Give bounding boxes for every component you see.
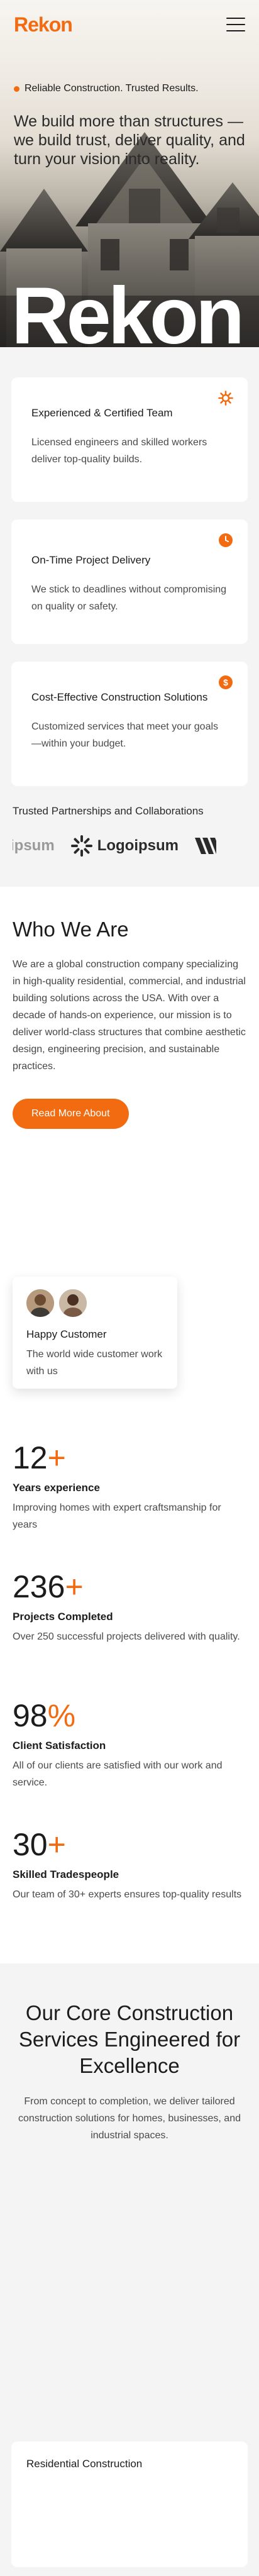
services-title: Our Core Construction Services Engineere…: [18, 2001, 241, 2077]
stat-text: Our team of 30+ experts ensures top-qual…: [13, 1889, 242, 1900]
stat-suffix: +: [65, 1569, 84, 1604]
accent-dot-icon: [14, 86, 19, 92]
stat-title: Client Satisfaction: [13, 1740, 106, 1752]
stat-item: 12+ Years experience Improving homes wit…: [13, 1440, 246, 1569]
hero-brand-wordmark: Rekon: [11, 271, 245, 348]
stat-title: Years experience: [13, 1482, 100, 1494]
feature-card: Experienced & Certified Team Licensed en…: [11, 377, 248, 502]
stat-number: 12+: [13, 1440, 66, 1475]
stat-number: 236+: [13, 1569, 84, 1604]
partner-logo-strip: ipsum Logoipsum: [13, 830, 246, 862]
stat-text: All of our clients are satisfied with ou…: [13, 1760, 223, 1788]
partner-stripes-icon: [195, 838, 217, 854]
svg-text:$: $: [223, 677, 228, 687]
feature-text: We stick to deadlines without compromisi…: [31, 584, 227, 612]
stat-item: 98% Client Satisfaction All of our clien…: [13, 1698, 246, 1827]
service-card-title: Residential Construction: [26, 2458, 143, 2470]
stat-text: Improving homes with expert craftsmanshi…: [13, 1502, 221, 1530]
partner-logo-text: ipsum: [13, 837, 55, 854]
stat-item: 30+ Skilled Tradespeople Our team of 30+…: [13, 1827, 246, 1956]
stat-suffix: +: [47, 1827, 66, 1862]
partner-sunburst-icon: [70, 835, 92, 857]
about-title: Who We Are: [13, 918, 129, 941]
partner-logo-text: Logoipsum: [97, 837, 179, 854]
dollar-icon: $: [218, 674, 234, 691]
avatar: [26, 1289, 54, 1317]
stat-title: Projects Completed: [13, 1611, 113, 1623]
gear-icon: [218, 390, 234, 406]
about-section: Who We Are We are a global construction …: [0, 887, 259, 1440]
feature-title: Experienced & Certified Team: [31, 407, 173, 419]
service-card[interactable]: Residential Construction: [11, 2441, 248, 2567]
hero-headline: We build more than structures — we build…: [14, 113, 245, 168]
partner-logo: Logoipsum: [70, 835, 179, 857]
features-section: Experienced & Certified Team Licensed en…: [0, 347, 259, 786]
partners-title: Trusted Partnerships and Collaborations: [13, 805, 204, 817]
stat-suffix: %: [47, 1698, 76, 1733]
hero-tagline: Reliable Construction. Trusted Results.: [14, 83, 199, 94]
feature-title: Cost-Effective Construction Solutions: [31, 691, 208, 703]
feature-text: Licensed engineers and skilled workers d…: [31, 437, 207, 465]
feature-card: On-Time Project Delivery We stick to dea…: [11, 519, 248, 644]
feature-text: Customized services that meet your goals…: [31, 721, 219, 749]
stat-item: 236+ Projects Completed Over 250 success…: [13, 1569, 246, 1698]
stat-title: Skilled Tradespeople: [13, 1868, 119, 1880]
about-text: We are a global construction company spe…: [13, 959, 246, 1072]
avatar: [59, 1289, 87, 1317]
review-card: Happy Customer The world wide customer w…: [13, 1277, 177, 1389]
stat-suffix: +: [47, 1440, 66, 1475]
feature-title: On-Time Project Delivery: [31, 554, 151, 566]
navbar: Rekon: [0, 0, 259, 49]
stat-text: Over 250 successful projects delivered w…: [13, 1631, 240, 1642]
clock-icon: [218, 532, 234, 548]
partners-section: Trusted Partnerships and Collaborations …: [0, 804, 259, 862]
tagline-text: Reliable Construction. Trusted Results.: [25, 83, 199, 94]
partner-logo: [195, 838, 217, 854]
stat-number: 98%: [13, 1698, 76, 1733]
services-text: From concept to completion, we deliver t…: [18, 2096, 241, 2141]
logo[interactable]: Rekon: [14, 13, 73, 36]
stat-number: 30+: [13, 1827, 66, 1862]
stats-section: 12+ Years experience Improving homes wit…: [0, 1440, 259, 1963]
review-title: Happy Customer: [26, 1328, 107, 1340]
hero-section: Rekon Reliable Construction. Trusted Res…: [0, 0, 259, 347]
review-text: The world wide customer work with us: [26, 1349, 163, 1377]
services-section: Our Core Construction Services Engineere…: [0, 1963, 259, 2567]
read-more-button[interactable]: Read More About: [13, 1099, 129, 1129]
page: { "brand": {"logo": "Rekon", "big_word":…: [0, 0, 259, 2576]
avatar-group: [26, 1289, 163, 1317]
feature-card: $ Cost-Effective Construction Solutions …: [11, 662, 248, 786]
hamburger-menu-icon[interactable]: [226, 18, 245, 31]
partner-logo: ipsum: [13, 837, 55, 855]
